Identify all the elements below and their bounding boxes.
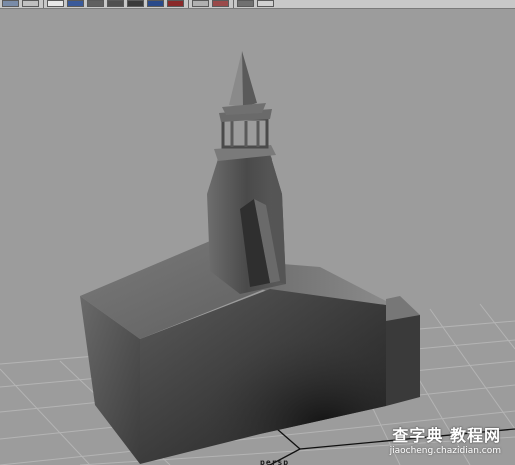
xray-icon[interactable] <box>257 0 274 7</box>
spire-right <box>242 51 257 107</box>
perspective-viewport[interactable]: persp <box>0 9 515 465</box>
shaded-sphere-icon[interactable] <box>67 0 84 7</box>
scene-canvas <box>0 51 515 465</box>
grid-icon[interactable] <box>212 0 229 7</box>
camera-icon[interactable] <box>192 0 209 7</box>
lighting-icon[interactable] <box>127 0 144 7</box>
watermark-main: 查字典 教程网 <box>392 426 501 445</box>
smooth-shade-icon[interactable] <box>87 0 104 7</box>
render-settings-icon[interactable] <box>22 0 39 7</box>
display-icon[interactable] <box>147 0 164 7</box>
spire-left <box>229 51 243 107</box>
isolate-icon[interactable] <box>237 0 254 7</box>
select-icon[interactable] <box>2 0 19 7</box>
shadow-icon[interactable] <box>167 0 184 7</box>
wireframe-cube-icon[interactable] <box>47 0 64 7</box>
watermark-sub: jiaocheng.chazidian.com <box>389 446 501 456</box>
toolbar-separator <box>43 0 44 8</box>
church-model <box>80 51 420 464</box>
toolbar-separator <box>233 0 234 8</box>
texture-icon[interactable] <box>107 0 124 7</box>
toolbar-separator <box>188 0 189 8</box>
viewport-toolbar <box>0 0 515 9</box>
watermark: 查字典 教程网 jiaocheng.chazidian.com <box>369 426 501 462</box>
camera-label: persp <box>260 458 290 465</box>
